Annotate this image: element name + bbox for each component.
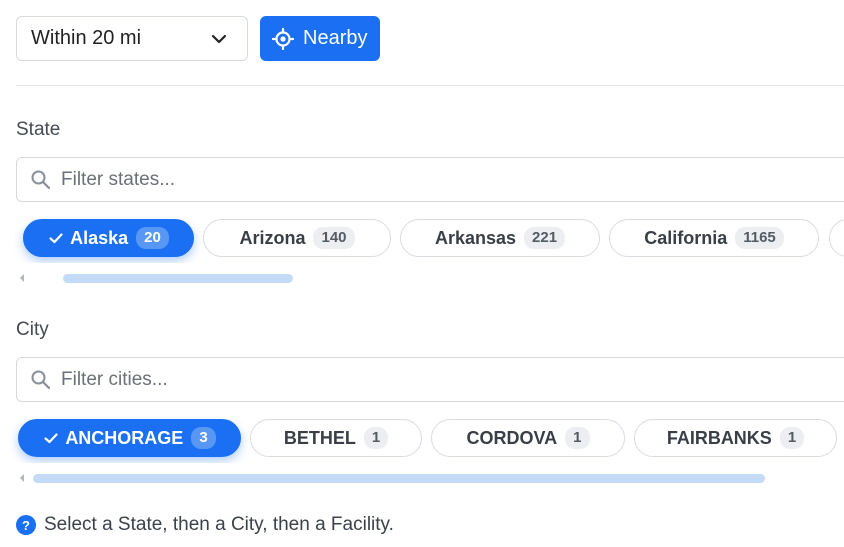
locate-icon: [272, 27, 294, 50]
city-chip-label: ANCHORAGE: [65, 427, 184, 448]
nearby-button[interactable]: Nearby: [260, 16, 381, 61]
scroll-left-arrow[interactable]: [20, 274, 24, 282]
state-chip-count: 20: [136, 227, 169, 249]
city-chip-count: 1: [363, 427, 389, 449]
check-icon: [44, 433, 58, 444]
city-chip-count: 1: [565, 427, 590, 449]
state-label: State: [16, 119, 61, 140]
hint-text: Select a State, then a City, then a Faci…: [44, 514, 394, 535]
city-chip-label: BETHEL: [283, 427, 356, 448]
question-icon: ?: [16, 515, 36, 535]
distance-select[interactable]: Within 20 mi: [16, 16, 248, 61]
state-chip-alaska[interactable]: Alaska 20: [23, 219, 194, 257]
state-filter-placeholder: Filter states...: [61, 168, 176, 190]
scroll-left-arrow[interactable]: [20, 474, 24, 482]
state-chip-label: Arizona: [239, 227, 306, 248]
city-chip-label: FAIRBANKS: [666, 427, 772, 448]
state-chip-row: Alaska 20 Arizona 140 Arkansas 221 Calif…: [0, 219, 844, 263]
city-chip-bethel[interactable]: BETHEL 1: [250, 419, 422, 457]
city-label: City: [16, 319, 49, 340]
search-controls: Within 20 mi Nearby: [16, 16, 381, 61]
state-chip-arkansas[interactable]: Arkansas 221: [400, 219, 600, 257]
chevron-down-icon: [211, 34, 227, 43]
city-chip-count: 1: [779, 427, 805, 449]
city-chip-fairbanks[interactable]: FAIRBANKS 1: [634, 419, 837, 457]
state-chip-count: 1165: [735, 227, 784, 249]
city-chip-row: ANCHORAGE 3 BETHEL 1 CORDOVA 1 FAIRBANKS…: [0, 419, 844, 463]
state-chip-arizona[interactable]: Arizona 140: [203, 219, 391, 257]
city-chip-anchorage[interactable]: ANCHORAGE 3: [18, 419, 241, 457]
state-chip-label: Alaska: [70, 227, 129, 248]
state-chip-label: California: [644, 227, 728, 248]
city-filter-input[interactable]: Filter cities...: [16, 357, 844, 402]
city-chip-cordova[interactable]: CORDOVA 1: [431, 419, 625, 457]
city-scrollbar-thumb[interactable]: [33, 474, 765, 483]
check-icon: [49, 233, 63, 244]
search-icon: [31, 370, 51, 390]
state-chip-label: Arkansas: [434, 227, 517, 248]
state-chip-partial[interactable]: [829, 219, 844, 257]
city-chip-label: CORDOVA: [466, 427, 558, 448]
divider: [16, 85, 844, 86]
search-icon: [31, 170, 51, 190]
city-chip-count: 3: [191, 427, 216, 449]
state-filter-input[interactable]: Filter states...: [16, 157, 844, 202]
state-chip-count: 221: [524, 227, 566, 249]
state-chip-california[interactable]: California 1165: [609, 219, 819, 257]
hint: ? Select a State, then a City, then a Fa…: [16, 514, 394, 536]
distance-select-value: Within 20 mi: [31, 27, 142, 49]
state-chip-count: 140: [313, 227, 355, 249]
state-scrollbar-thumb[interactable]: [63, 274, 293, 283]
city-filter-placeholder: Filter cities...: [61, 368, 168, 390]
nearby-button-label: Nearby: [303, 27, 368, 49]
